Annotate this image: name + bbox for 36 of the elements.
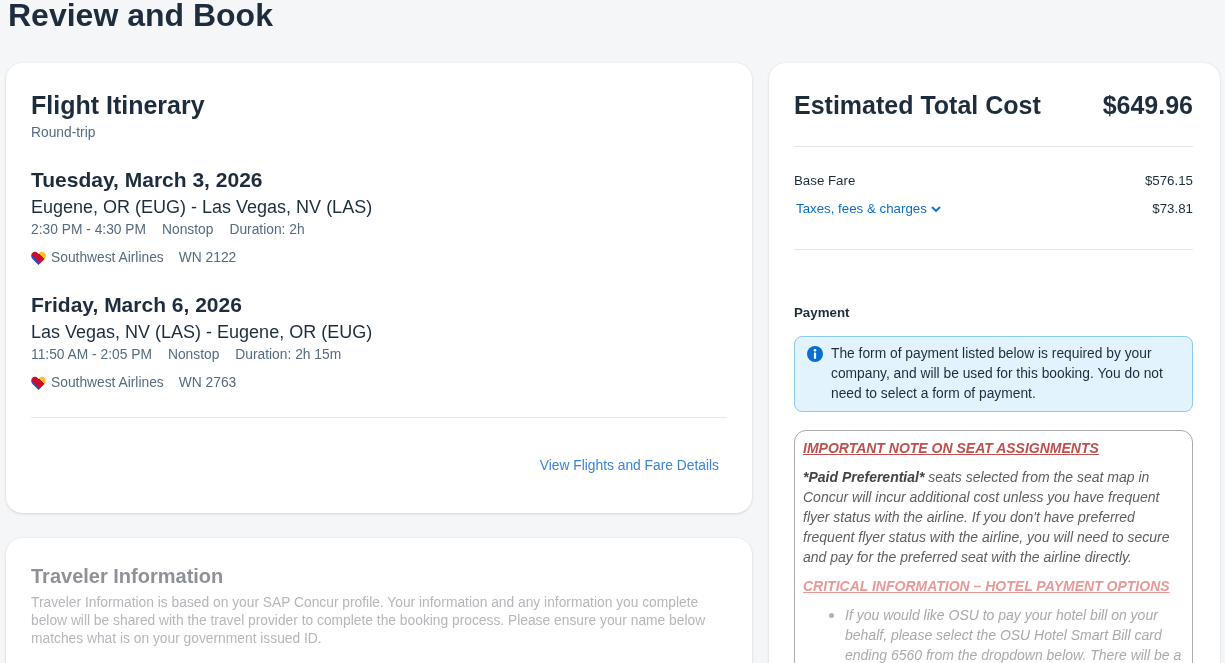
traveler-heading: Traveler Information bbox=[31, 564, 225, 589]
note-bullet-text: If you would like OSU to pay your hotel bill on your behalf, please select the OSU Hotel Smart Bill card ending 6560 from the dropdown below. There will be a bbox=[845, 606, 1183, 663]
info-text: The form of payment listed below is required by your company, and will be used for this booking. You do not need to select a form of payment. bbox=[831, 345, 1164, 403]
taxes-toggle-link[interactable]: Taxes, fees & charges bbox=[794, 200, 941, 218]
flight-number: WN 2763 bbox=[178, 374, 237, 392]
fare-amount: $73.81 bbox=[1152, 200, 1193, 218]
flight-times: 11:50 AM - 2:05 PM bbox=[31, 346, 152, 364]
bullet-icon bbox=[829, 613, 834, 618]
view-details-link[interactable]: View Flights and Fare Details bbox=[539, 457, 719, 475]
page-title: Review and Book bbox=[8, 0, 274, 32]
card-title: Flight Itinerary bbox=[31, 90, 206, 120]
flight-duration: Duration: 2h 15m bbox=[235, 346, 342, 364]
airline-name: Southwest Airlines bbox=[51, 374, 164, 392]
flight-route: Las Vegas, NV (LAS) - Eugene, OR (EUG) bbox=[31, 321, 374, 344]
flight-date: Friday, March 6, 2026 bbox=[31, 292, 243, 318]
heart-logo-icon bbox=[31, 251, 46, 265]
flight-date: Tuesday, March 3, 2026 bbox=[31, 167, 264, 193]
flight-stops: Nonstop bbox=[162, 221, 214, 239]
fare-label: Base Fare bbox=[794, 172, 856, 190]
note-heading: IMPORTANT NOTE ON SEAT ASSIGNMENTS bbox=[803, 439, 1100, 458]
flight-number: WN 2122 bbox=[178, 249, 237, 267]
note-heading: CRITICAL INFORMATION – HOTEL PAYMENT OPTIONS bbox=[803, 577, 1171, 596]
airline-name: Southwest Airlines bbox=[51, 249, 164, 267]
cost-title: Estimated Total Cost bbox=[794, 90, 1041, 120]
info-icon bbox=[807, 346, 823, 362]
flight-route: Eugene, OR (EUG) - Las Vegas, NV (LAS) bbox=[31, 196, 374, 219]
traveler-info-text: Traveler Information is based on your SAP Concur profile. Your information and any information you complete below will be shared with the travel provider to complete the booking process. Please ensure your name below matches what is on your government issued ID. bbox=[31, 594, 707, 648]
flight-times: 2:30 PM - 4:30 PM bbox=[31, 221, 147, 239]
flight-duration: Duration: 2h bbox=[229, 221, 305, 239]
total-amount: $649.96 bbox=[1102, 90, 1193, 120]
note-paragraph: *Paid Preferential* seats selected from the seat map in Concur will incur additional cost unless you have frequent flyer status with the airline. If you don't have preferred frequent flyer status with the airline, you will need to secure and pay for the preferred seat with the airline directly. bbox=[803, 468, 1171, 567]
payment-heading: Payment bbox=[794, 304, 851, 322]
fare-amount: $576.15 bbox=[1144, 172, 1193, 190]
flight-stops: Nonstop bbox=[167, 346, 220, 364]
trip-type-text: Round-trip bbox=[31, 124, 97, 142]
heart-logo-icon bbox=[31, 376, 46, 390]
